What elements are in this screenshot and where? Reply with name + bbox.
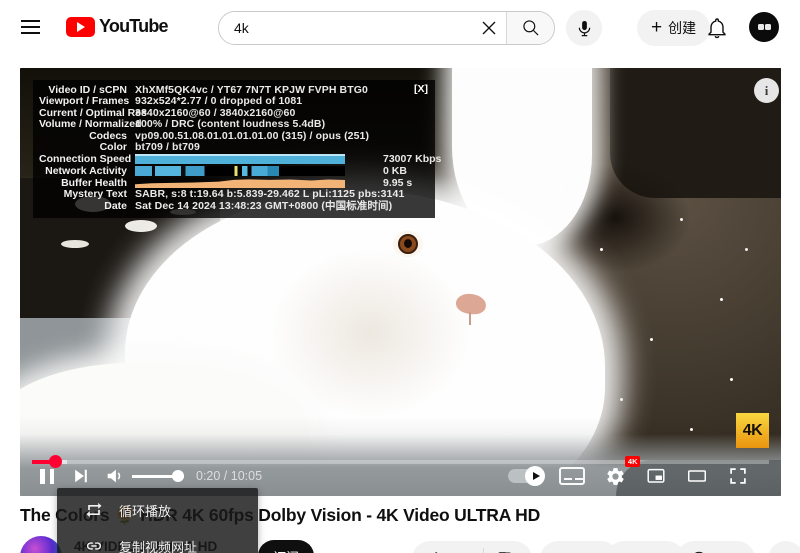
next-icon (75, 469, 87, 483)
autoplay-toggle[interactable] (508, 466, 545, 486)
search-box (218, 11, 555, 45)
connection-speed-graph (135, 154, 345, 165)
channel-avatar[interactable] (20, 536, 62, 553)
subtitles-button[interactable] (559, 467, 585, 485)
bell-icon (708, 18, 726, 39)
buffer-health-graph (135, 179, 345, 189)
share-label: 分享 (578, 549, 605, 553)
menu-item-loop[interactable]: 循环播放 (57, 492, 258, 528)
gear-icon (606, 467, 624, 485)
autoplay-play-icon (525, 466, 545, 486)
like-dislike-pill: 126 (412, 541, 532, 553)
pause-icon (40, 468, 54, 484)
stats-row: Volume / Normalized 100% / DRC (content l… (39, 118, 326, 131)
stats-for-nerds-panel: [X] Video ID / sCPN XhXMf5QK4vc / YT67 7N… (33, 80, 442, 219)
download-button[interactable]: 下载 (606, 541, 685, 553)
info-icon[interactable]: i (754, 78, 779, 103)
player-context-menu: 循环播放 复制视频网址 (57, 488, 258, 553)
volume-handle[interactable] (172, 470, 184, 482)
theater-icon (688, 470, 706, 482)
thanks-button[interactable]: 感谢 (676, 541, 755, 553)
network-activity-graph (135, 166, 345, 177)
miniplayer-button[interactable] (639, 460, 673, 492)
4k-watermark: 4K (736, 413, 769, 448)
youtube-logo[interactable]: YouTube (66, 16, 169, 37)
create-label: 创建 (668, 20, 697, 36)
thanks-label: 感谢 (714, 549, 741, 553)
search-icon (522, 20, 538, 36)
time-display: 0:20 / 10:05 (196, 469, 263, 483)
voice-search-button[interactable] (566, 10, 602, 46)
subscribe-button[interactable]: 订阅 (258, 540, 315, 553)
player-controls-right: 4K (508, 456, 755, 492)
fullscreen-button[interactable] (721, 460, 755, 492)
stats-row: Color bt709 / bt709 (99, 141, 200, 154)
plus-icon: + (651, 17, 663, 38)
youtube-page: YouTube + 创建 (0, 0, 800, 553)
menu-item-label: 复制视频网址 (119, 539, 198, 553)
mic-icon (578, 20, 590, 36)
menu-icon[interactable] (21, 20, 40, 34)
fullscreen-icon (730, 468, 746, 484)
volume-icon (107, 469, 121, 483)
notifications-button[interactable] (705, 16, 729, 40)
quality-badge: 4K (625, 456, 640, 467)
stats-row: Codecs vp09.00.51.08.01.01.01.01.00 (315)… (89, 129, 370, 142)
link-icon (86, 542, 102, 550)
miniplayer-icon (647, 468, 665, 483)
youtube-logo-text: YouTube (99, 16, 169, 36)
top-header: YouTube + 创建 (0, 0, 800, 56)
stats-row-connection-speed: Connection Speed 73007 Kbps (39, 152, 442, 165)
more-actions-button[interactable] (768, 541, 800, 553)
menu-item-label: 循环播放 (119, 503, 172, 519)
settings-button[interactable]: 4K (598, 456, 640, 492)
loop-icon (86, 502, 102, 518)
close-icon[interactable]: [X] (414, 83, 428, 95)
stats-row: Date Sat Dec 14 2024 13:48:23 GMT+0800 (中… (104, 199, 393, 212)
download-label: 下载 (644, 549, 671, 553)
stats-row-network-activity: Network Activity 0 KB (45, 164, 407, 177)
account-avatar[interactable] (749, 12, 779, 42)
search-input[interactable] (219, 12, 472, 44)
youtube-play-icon (66, 16, 95, 37)
create-button[interactable]: + 创建 (637, 10, 711, 46)
clear-search-icon[interactable] (472, 12, 506, 44)
volume-slider[interactable] (132, 470, 184, 482)
menu-item-copy-url[interactable]: 复制视频网址 (57, 528, 258, 553)
theater-mode-button[interactable] (680, 460, 714, 492)
video-player[interactable]: [X] Video ID / sCPN XhXMf5QK4vc / YT67 7N… (20, 68, 781, 496)
search-button[interactable] (506, 12, 554, 44)
